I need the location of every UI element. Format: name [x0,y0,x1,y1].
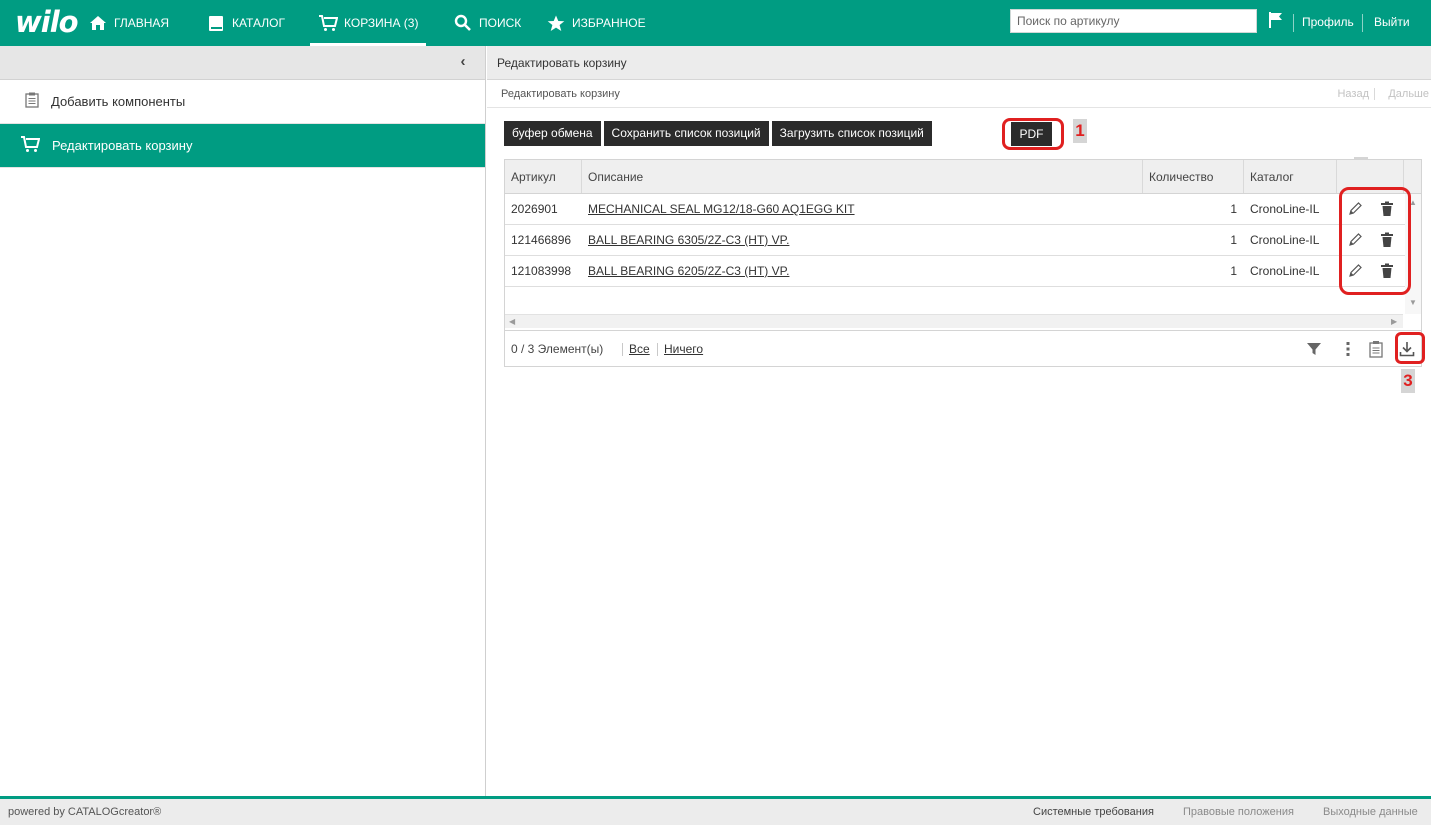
top-divider [1293,14,1294,32]
description-link[interactable]: BALL BEARING 6205/2Z-C3 (HT) VP. [588,264,789,278]
cart-toolbar: буфер обмена Сохранить список позиций За… [504,121,932,146]
profile-link[interactable]: Профиль [1302,15,1354,29]
nav-catalog[interactable]: КАТАЛОГ [206,0,285,46]
pdf-highlight: PDF [1002,118,1064,150]
row-actions-highlight [1339,187,1411,295]
nav-favorites-label: ИЗБРАННОЕ [572,16,646,30]
main-panel: Редактировать корзину Редактировать корз… [487,46,1431,796]
section-title: Редактировать корзину [501,88,620,100]
nav-divider [1374,88,1375,100]
column-header-article[interactable]: Артикул [505,160,581,193]
table-row[interactable]: 121466896 BALL BEARING 6305/2Z-C3 (HT) V… [505,225,1421,256]
description-cell: BALL BEARING 6205/2Z-C3 (HT) VP. [582,256,1142,286]
scroll-left-arrow[interactable]: ◀ [509,317,515,327]
table-footer: 0 / 3 Элемент(ы) Все Ничего [505,330,1421,366]
download-highlight [1395,332,1425,364]
cart-icon [20,135,41,156]
horizontal-scrollbar[interactable]: ◀ ▶ [505,314,1403,328]
clipboard-icon[interactable] [1367,340,1385,358]
article-cell: 121466896 [511,233,572,247]
table-header: Артикул Описание Количество Каталог [505,160,1421,194]
filter-icon[interactable] [1305,340,1323,358]
book-icon [206,13,226,33]
quantity-cell: 1 [1230,202,1237,216]
system-requirements-link[interactable]: Системные требования [1033,806,1154,818]
article-search-input[interactable] [1010,9,1257,33]
select-none-link[interactable]: Ничего [664,331,703,367]
section-header: Редактировать корзину Назад Дальше [487,80,1431,108]
nav-home-label: ГЛАВНАЯ [114,16,170,30]
powered-by-text: powered by CATALOGcreator® [8,806,162,818]
footer-divider [622,343,623,356]
page-footer: powered by CATALOGcreator® Системные тре… [0,796,1431,825]
sidebar-item-label: Редактировать корзину [52,138,193,153]
sidebar: ‹ Добавить компоненты Редактировать корз… [0,46,486,796]
clipboard-icon [25,92,39,111]
quantity-cell: 1 [1230,264,1237,278]
annotation-marker-1: 1 [1073,119,1087,143]
nav-home[interactable]: ГЛАВНАЯ [88,0,169,46]
description-link[interactable]: BALL BEARING 6305/2Z-C3 (HT) VP. [588,233,789,247]
quantity-cell: 1 [1230,233,1237,247]
wilo-logo[interactable]: wilo [15,6,79,38]
top-divider [1362,14,1363,32]
selection-count: 0 / 3 Элемент(ы) [511,342,604,356]
column-header-catalog[interactable]: Каталог [1244,160,1336,193]
scroll-down-arrow[interactable]: ▼ [1409,298,1417,308]
annotation-marker-3: 3 [1401,369,1415,393]
table-row[interactable]: 2026901 MECHANICAL SEAL MG12/18-G60 AQ1E… [505,194,1421,225]
sidebar-item-edit-cart[interactable]: Редактировать корзину [0,124,485,168]
scroll-right-arrow[interactable]: ▶ [1391,317,1397,327]
sidebar-item-label: Добавить компоненты [51,94,186,109]
nav-favorites[interactable]: ИЗБРАННОЕ [546,0,646,46]
page-title: Редактировать корзину [487,46,1431,80]
sidebar-header: ‹ [0,46,485,80]
star-icon [546,13,566,33]
load-list-button[interactable]: Загрузить список позиций [771,121,932,146]
save-list-button[interactable]: Сохранить список позиций [603,121,769,146]
nav-catalog-label: КАТАЛОГ [232,16,285,30]
article-cell: 2026901 [511,202,558,216]
chevron-left-icon[interactable]: ‹ [455,54,471,70]
next-button[interactable]: Дальше [1388,80,1429,108]
nav-cart-label: КОРЗИНА (3) [344,16,419,30]
catalog-cell: CronoLine-IL [1250,233,1320,247]
home-icon [88,13,108,33]
column-header-quantity[interactable]: Количество [1143,160,1243,193]
imprint-link[interactable]: Выходные данные [1323,806,1418,818]
cart-icon [318,13,338,33]
table-row[interactable]: 121083998 BALL BEARING 6205/2Z-C3 (HT) V… [505,256,1421,287]
column-header-description[interactable]: Описание [582,160,1142,193]
legal-notice-link[interactable]: Правовые положения [1183,806,1294,818]
nav-cart[interactable]: КОРЗИНА (3) [309,0,428,46]
column-menu-icon[interactable] [1339,340,1357,358]
flag-icon[interactable] [1268,11,1284,29]
nav-search[interactable]: ПОИСК [453,0,521,46]
catalog-cell: CronoLine-IL [1250,202,1320,216]
description-cell: MECHANICAL SEAL MG12/18-G60 AQ1EGG KIT [582,194,1142,224]
nav-search-label: ПОИСК [479,16,522,30]
back-button[interactable]: Назад [1337,80,1369,108]
column-divider [1336,160,1337,193]
catalog-cell: CronoLine-IL [1250,264,1320,278]
sidebar-item-add-components[interactable]: Добавить компоненты [0,80,485,124]
search-icon [453,13,473,33]
article-cell: 121083998 [511,264,572,278]
description-link[interactable]: MECHANICAL SEAL MG12/18-G60 AQ1EGG KIT [588,202,855,216]
select-all-link[interactable]: Все [629,331,650,367]
description-cell: BALL BEARING 6305/2Z-C3 (HT) VP. [582,225,1142,255]
logout-link[interactable]: Выйти [1374,15,1410,29]
cart-table: Артикул Описание Количество Каталог 2026… [504,159,1422,367]
top-navigation-bar: wilo ГЛАВНАЯ КАТАЛОГ КОРЗИНА (3) ПОИСК И… [0,0,1431,46]
pdf-button[interactable]: PDF [1011,122,1052,146]
footer-divider [657,343,658,356]
clipboard-button[interactable]: буфер обмена [504,121,601,146]
